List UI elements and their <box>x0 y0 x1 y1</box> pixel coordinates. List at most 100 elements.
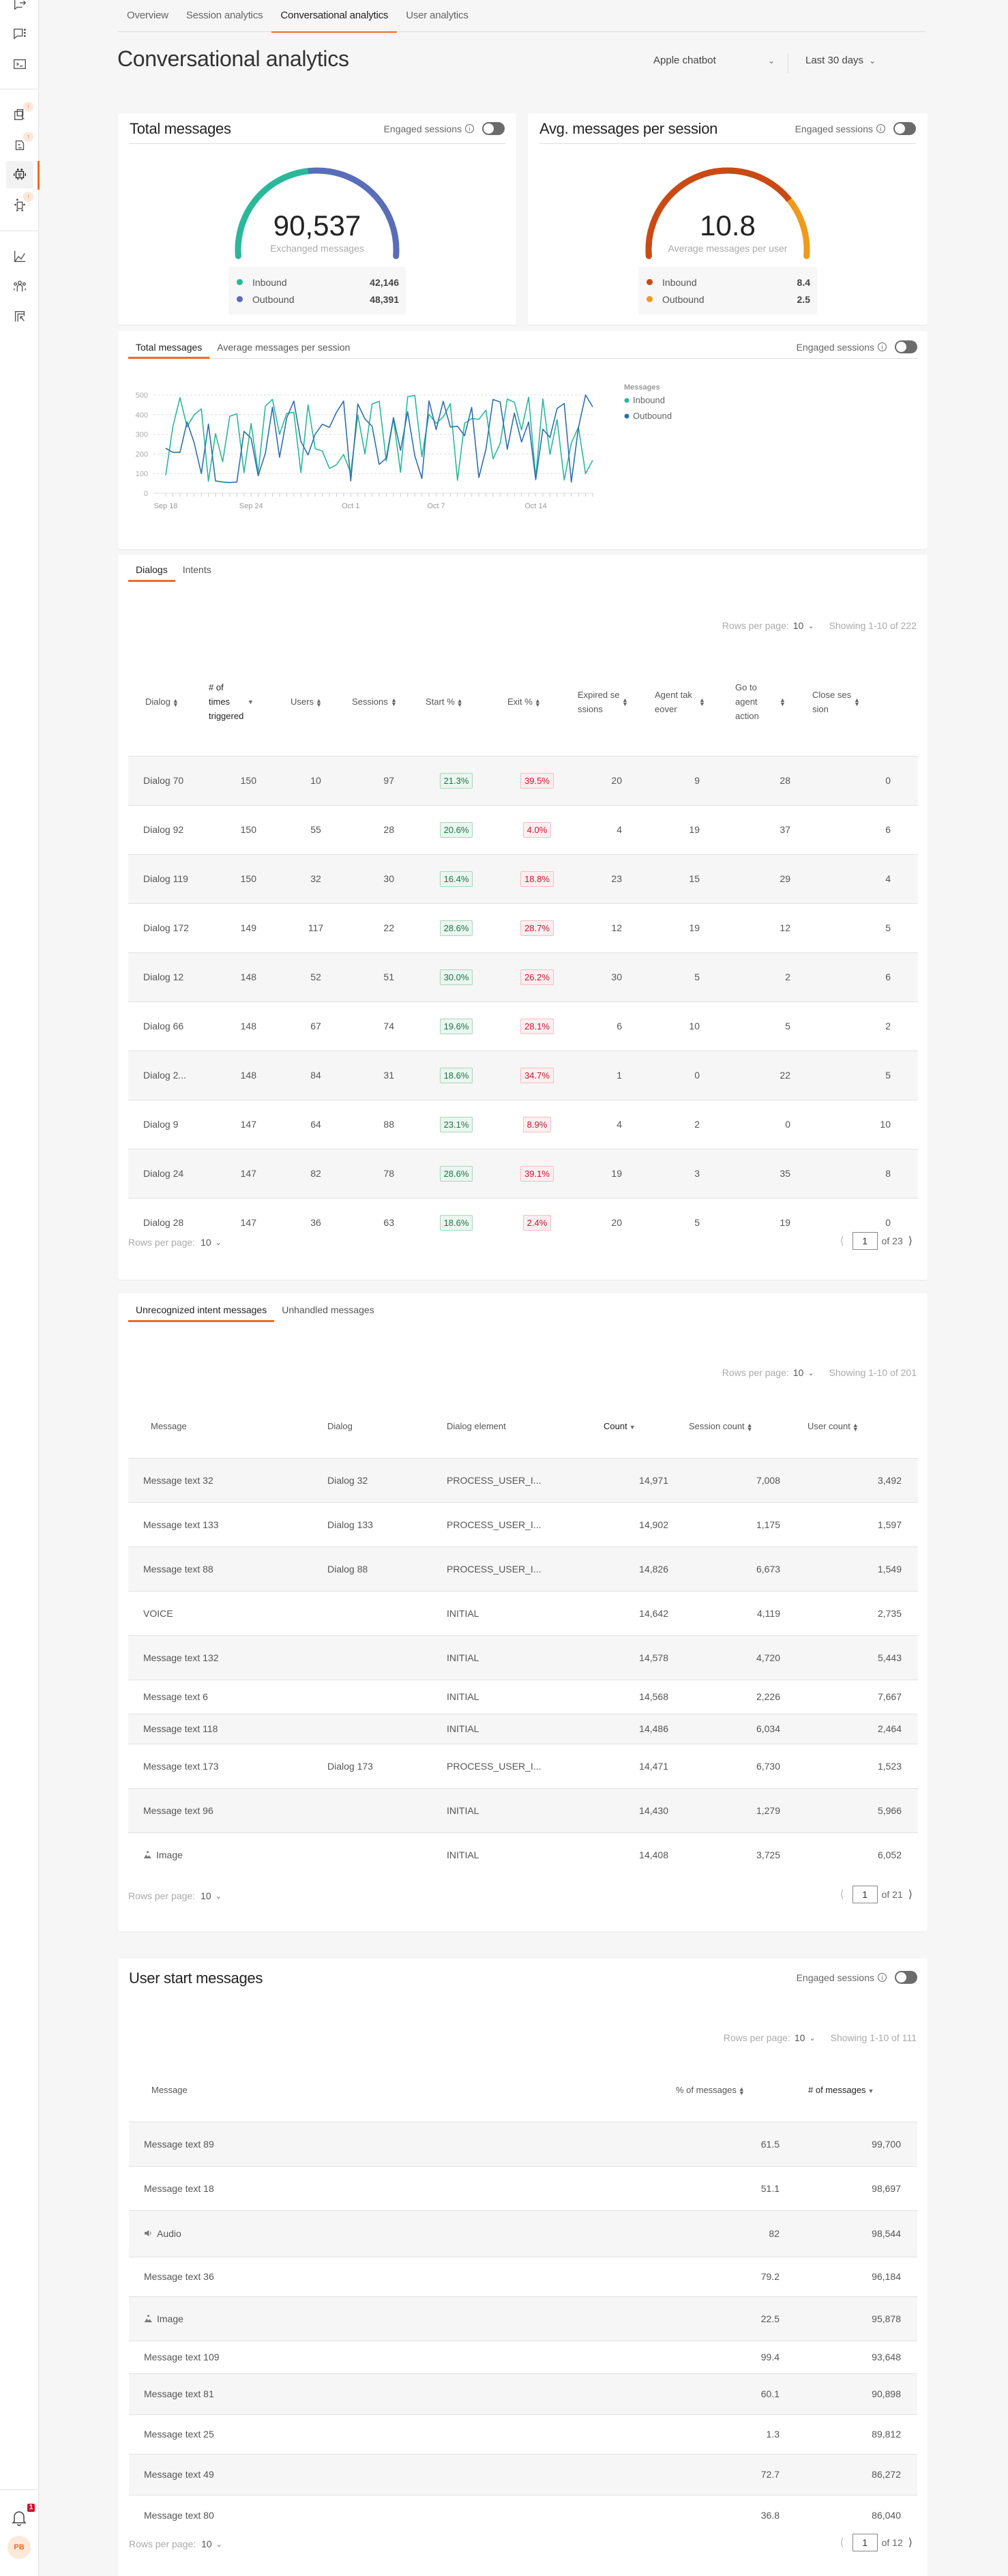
table-row[interactable]: Message text 132 INITIAL 14,578 4,720 5,443 <box>128 1635 918 1680</box>
engaged-sessions-toggle[interactable] <box>482 122 505 135</box>
cell-message[interactable]: Image <box>128 1832 321 1877</box>
tab-overview[interactable]: Overview <box>118 0 177 32</box>
prev-page-button[interactable]: ⟨ <box>834 2536 849 2549</box>
bell-icon[interactable] <box>11 2509 27 2527</box>
prev-page-button[interactable]: ⟨ <box>834 1888 849 1901</box>
info-icon[interactable]: i <box>465 124 474 133</box>
sidebar-item-export[interactable] <box>6 0 33 18</box>
col-dialog[interactable]: Dialog ▲ ▼ <box>128 648 202 757</box>
tab-intents[interactable]: Intents <box>175 559 219 581</box>
table-row[interactable]: Dialog 92 150 55 28 20.6% 4.0% 4 19 37 6 <box>128 804 918 854</box>
table-row[interactable]: Message text 96 INITIAL 14,430 1,279 5,966 <box>128 1787 918 1832</box>
col-start-pct[interactable]: Start % ▲ ▼ <box>419 648 501 757</box>
chevron-down-icon[interactable]: ⌄ <box>216 1892 222 1901</box>
col-agent-takeover[interactable]: Agent takeover ▲ ▼ <box>648 648 728 757</box>
table-row[interactable]: Dialog 2... 148 84 31 18.6% 34.7% 1 0 22 5 <box>128 1050 918 1100</box>
chevron-down-icon[interactable]: ⌄ <box>809 2034 815 2043</box>
table-row[interactable]: Image INITIAL 14,408 3,725 6,052 <box>128 1832 918 1877</box>
table-row[interactable]: Message text 18 51.1 98,697 <box>129 2165 917 2210</box>
table-row[interactable]: Message text 109 99.4 93,648 <box>129 2340 917 2373</box>
cell-message[interactable]: VOICE <box>128 1590 321 1635</box>
sidebar-item-forms[interactable]: ↑ <box>6 131 33 158</box>
col-users[interactable]: Users ▲ ▼ <box>284 648 345 757</box>
table-row[interactable]: Message text 88 Dialog 88 PROCESS_USER_I..… <box>128 1546 918 1591</box>
tab-session-analytics[interactable]: Session analytics <box>177 0 272 32</box>
cell-message[interactable]: Message text 49 <box>129 2453 669 2495</box>
info-icon[interactable]: i <box>876 124 885 133</box>
sidebar-item-reports[interactable] <box>6 303 33 330</box>
col-session-count[interactable]: Session count ▲ ▼ <box>682 1395 801 1459</box>
chevron-down-icon[interactable]: ⌄ <box>216 1238 222 1247</box>
cell-message[interactable]: Message text 6 <box>128 1679 321 1714</box>
cell-dialog[interactable]: Dialog 92 <box>128 804 202 854</box>
table-row[interactable]: Dialog 172 149 117 22 28.6% 28.7% 12 19 12 5 <box>128 903 918 952</box>
table-row[interactable]: Dialog 66 148 67 74 19.6% 28.1% 6 10 5 2 <box>128 1001 918 1051</box>
table-row[interactable]: Dialog 28 147 36 63 18.6% 2.4% 20 5 19 0 <box>128 1197 918 1247</box>
table-row[interactable]: Dialog 119 150 32 30 16.4% 18.8% 23 15 29 4 <box>128 853 918 903</box>
col-times-triggered[interactable]: # of times triggered ▼ <box>202 648 284 757</box>
cell-message[interactable]: Message text 81 <box>129 2373 669 2414</box>
table-row[interactable]: VOICE INITIAL 14,642 4,119 2,735 <box>128 1590 918 1635</box>
cell-message[interactable]: Message text 25 <box>129 2414 669 2454</box>
col-exit-pct[interactable]: Exit % ▲ ▼ <box>501 648 571 757</box>
cell-message[interactable]: Message text 32 <box>128 1457 321 1502</box>
chevron-down-icon[interactable]: ⌄ <box>807 1368 814 1377</box>
engaged-sessions-toggle[interactable] <box>895 1971 917 1984</box>
rows-per-page-select[interactable]: 10 <box>793 1367 804 1378</box>
table-row[interactable]: Dialog 70 150 10 97 21.3% 39.5% 20 9 28 0 <box>128 755 918 805</box>
sidebar-item-analytics[interactable] <box>6 243 33 270</box>
engaged-sessions-toggle[interactable] <box>893 122 916 135</box>
cell-message[interactable]: Message text 109 <box>129 2340 669 2373</box>
next-page-button[interactable]: ⟩ <box>903 2536 918 2549</box>
table-row[interactable]: Image 22.5 95,878 <box>129 2296 917 2341</box>
cell-message[interactable]: Message text 36 <box>129 2256 669 2296</box>
rows-per-page-select[interactable]: 10 <box>795 2032 805 2043</box>
col-close-session[interactable]: Close session ▲ ▼ <box>805 648 918 757</box>
rows-per-page-select[interactable]: 10 <box>201 1237 211 1248</box>
sidebar-item-automation[interactable]: ↑ <box>6 191 33 218</box>
cell-message[interactable]: Audio <box>129 2210 669 2257</box>
cell-message[interactable]: Message text 89 <box>129 2121 669 2166</box>
col-user-count[interactable]: User count ▲ ▼ <box>801 1395 918 1459</box>
cell-message[interactable]: Message text 18 <box>129 2165 669 2210</box>
chevron-down-icon[interactable]: ⌄ <box>216 2540 222 2549</box>
tab-unrecognized-intent-messages[interactable]: Unrecognized intent messages <box>128 1299 275 1322</box>
rows-per-page-select[interactable]: 10 <box>201 1890 211 1901</box>
tab-dialogs[interactable]: Dialogs <box>128 559 175 582</box>
info-icon[interactable]: i <box>878 1973 887 1982</box>
col-num-messages[interactable]: # of messages ▼ <box>801 2059 917 2122</box>
chevron-down-icon[interactable]: ⌄ <box>807 621 814 630</box>
sidebar-item-apps[interactable]: ↑ <box>6 101 33 128</box>
table-row[interactable]: Message text 81 60.1 90,898 <box>129 2373 917 2414</box>
tab-user-analytics[interactable]: User analytics <box>397 0 477 32</box>
page-number-input[interactable] <box>852 1232 878 1250</box>
cell-message[interactable]: Message text 133 <box>128 1502 321 1547</box>
page-number-input[interactable] <box>852 1886 878 1903</box>
cell-dialog[interactable]: Dialog 70 <box>128 755 202 805</box>
cell-message[interactable]: Message text 80 <box>129 2494 669 2535</box>
table-row[interactable]: Message text 49 72.7 86,272 <box>129 2453 917 2495</box>
sidebar-item-console[interactable] <box>6 50 33 78</box>
cell-message[interactable]: Message text 96 <box>128 1787 321 1832</box>
user-avatar[interactable]: PB <box>8 2536 31 2559</box>
col-sessions[interactable]: Sessions ▲ ▼ <box>345 648 419 757</box>
next-page-button[interactable]: ⟩ <box>903 1888 918 1901</box>
cell-dialog[interactable]: Dialog 24 <box>128 1148 202 1198</box>
table-row[interactable]: Message text 6 INITIAL 14,568 2,226 7,667 <box>128 1679 918 1714</box>
date-range-dropdown[interactable]: Last 30 days ⌄ <box>805 55 876 66</box>
rows-per-page-select[interactable]: 10 <box>201 2538 212 2549</box>
cell-dialog[interactable]: Dialog 172 <box>128 903 202 952</box>
cell-message[interactable]: Message text 88 <box>128 1546 321 1591</box>
cell-message[interactable]: Message text 118 <box>128 1713 321 1744</box>
rows-per-page-select[interactable]: 10 <box>793 620 804 631</box>
cell-message[interactable]: Message text 132 <box>128 1635 321 1680</box>
table-row[interactable]: Message text 173 Dialog 173 PROCESS_USER_I… <box>128 1743 918 1788</box>
chatbot-dropdown[interactable]: Apple chatbot ⌄ <box>653 55 776 66</box>
cell-dialog[interactable]: Dialog 66 <box>128 1001 202 1051</box>
table-row[interactable]: Message text 118 INITIAL 14,486 6,034 2,464 <box>128 1713 918 1744</box>
tab-conversational-analytics[interactable]: Conversational analytics <box>271 0 398 33</box>
table-row[interactable]: Message text 80 36.8 86,040 <box>129 2494 917 2535</box>
col-count[interactable]: Count ▼ <box>597 1395 682 1459</box>
cell-dialog[interactable]: Dialog 9 <box>128 1099 202 1149</box>
cell-message[interactable]: Message text 173 <box>128 1743 321 1788</box>
